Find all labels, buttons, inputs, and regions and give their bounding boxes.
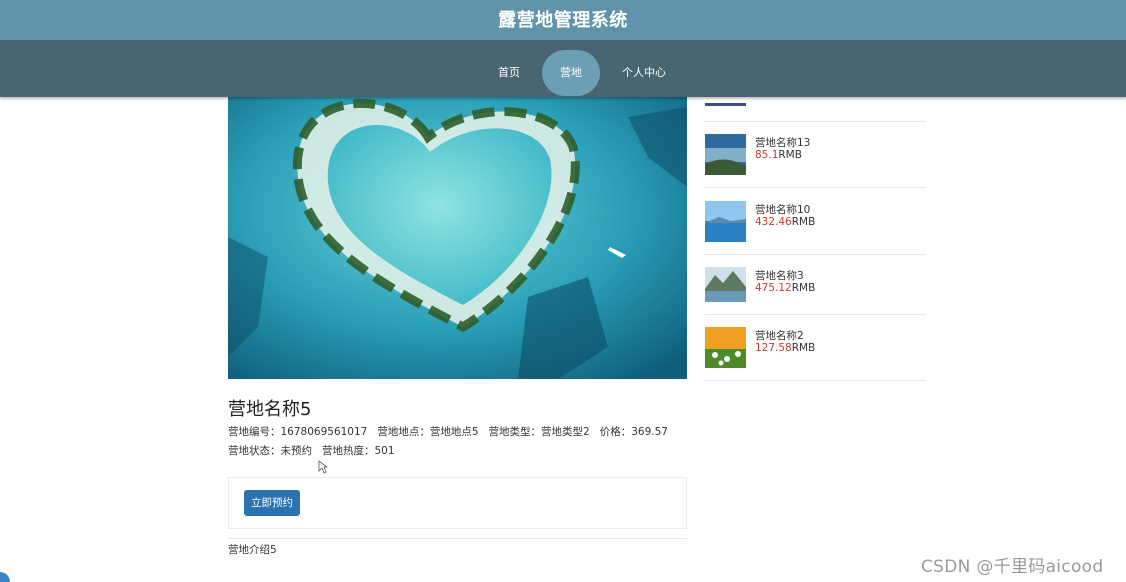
booking-panel: 立即预约 [228, 477, 687, 529]
sidebar-item-price: 475.12RMB [755, 282, 816, 294]
field-value-status: 未预约 [280, 445, 313, 457]
field-label-code: 营地编号： [228, 426, 281, 438]
lake-photo-icon [705, 134, 746, 175]
nav-item-profile[interactable]: 个人中心 [612, 50, 676, 96]
sidebar-divider [705, 187, 926, 188]
field-value-location: 营地地点5 [429, 426, 479, 438]
sidebar-divider [705, 380, 926, 381]
campsite-name: 营地名称5 [228, 399, 312, 420]
sidebar-item-name: 营地名称3 [755, 270, 804, 282]
main-nav: 首页 营地 个人中心 [0, 40, 1126, 97]
field-label-popularity: 营地热度： [322, 445, 375, 457]
watermark: CSDN @千里码aicood [921, 557, 1104, 577]
floating-button[interactable] [0, 572, 10, 582]
field-label-location: 营地地点： [377, 426, 430, 438]
nav-item-home[interactable]: 首页 [484, 50, 534, 96]
sidebar-item-price: 85.1RMB [755, 149, 802, 161]
sidebar-item[interactable]: 营地名称10 432.46RMB [705, 201, 926, 243]
field-value-type: 营地类型2 [541, 426, 590, 438]
sidebar-divider [705, 254, 926, 255]
field-label-status: 营地状态： [228, 445, 281, 457]
sea-photo-icon [705, 201, 746, 242]
sidebar-thumb-partial [705, 97, 746, 106]
book-now-button[interactable]: 立即预约 [244, 490, 300, 516]
heart-island-photo-icon [228, 97, 687, 379]
sidebar-item-price: 127.58RMB [755, 342, 816, 354]
sidebar-item[interactable]: 营地名称13 85.1RMB [705, 134, 926, 176]
nav-item-campsite[interactable]: 营地 [542, 50, 600, 96]
field-label-type: 营地类型： [488, 426, 542, 438]
campsite-intro: 营地介绍5 [228, 544, 277, 556]
app-header: 露营地管理系统 [0, 0, 1126, 40]
field-value-price: 369.57 [631, 426, 668, 438]
campsite-image [228, 97, 687, 379]
sidebar-divider [705, 314, 926, 315]
sidebar-item[interactable]: 营地名称3 475.12RMB [705, 267, 926, 309]
app-title: 露营地管理系统 [498, 10, 628, 31]
sidebar-divider [705, 121, 926, 122]
partial-photo-icon [705, 103, 746, 106]
mouse-cursor-icon [318, 460, 328, 474]
field-value-popularity: 501 [374, 445, 395, 457]
field-label-price: 价格： [599, 426, 632, 438]
flower-field-photo-icon [705, 327, 746, 368]
sidebar-item-name: 营地名称13 [755, 137, 811, 149]
sidebar-item-name: 营地名称2 [755, 330, 804, 342]
mountain-lake-photo-icon [705, 267, 746, 308]
field-value-code: 1678069561017 [280, 426, 368, 438]
section-divider [228, 538, 687, 539]
sidebar-item[interactable]: 营地名称2 127.58RMB [705, 327, 926, 369]
sidebar-item-price: 432.46RMB [755, 216, 816, 228]
campsite-info-line-2: 营地状态：未预约 营地热度：501 [228, 443, 395, 458]
campsite-info-line-1: 营地编号：1678069561017 营地地点：营地地点5 营地类型：营地类型2 价格… [228, 424, 668, 439]
sidebar-item-name: 营地名称10 [755, 204, 811, 216]
